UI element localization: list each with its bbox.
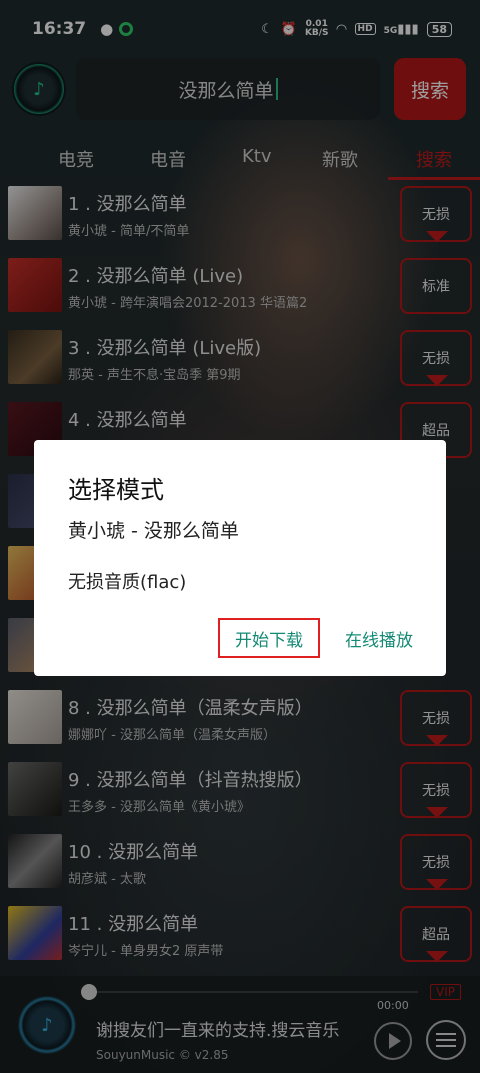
start-download-button[interactable]: 开始下载 (218, 618, 320, 658)
dialog-title: 选择模式 (68, 476, 164, 504)
play-online-button[interactable]: 在线播放 (334, 618, 424, 658)
mode-dialog: 选择模式 黄小琥 - 没那么简单 无损音质(flac) 开始下载 在线播放 (34, 440, 446, 676)
dialog-song: 黄小琥 - 没那么简单 (68, 520, 239, 542)
dialog-quality: 无损音质(flac) (68, 572, 187, 593)
